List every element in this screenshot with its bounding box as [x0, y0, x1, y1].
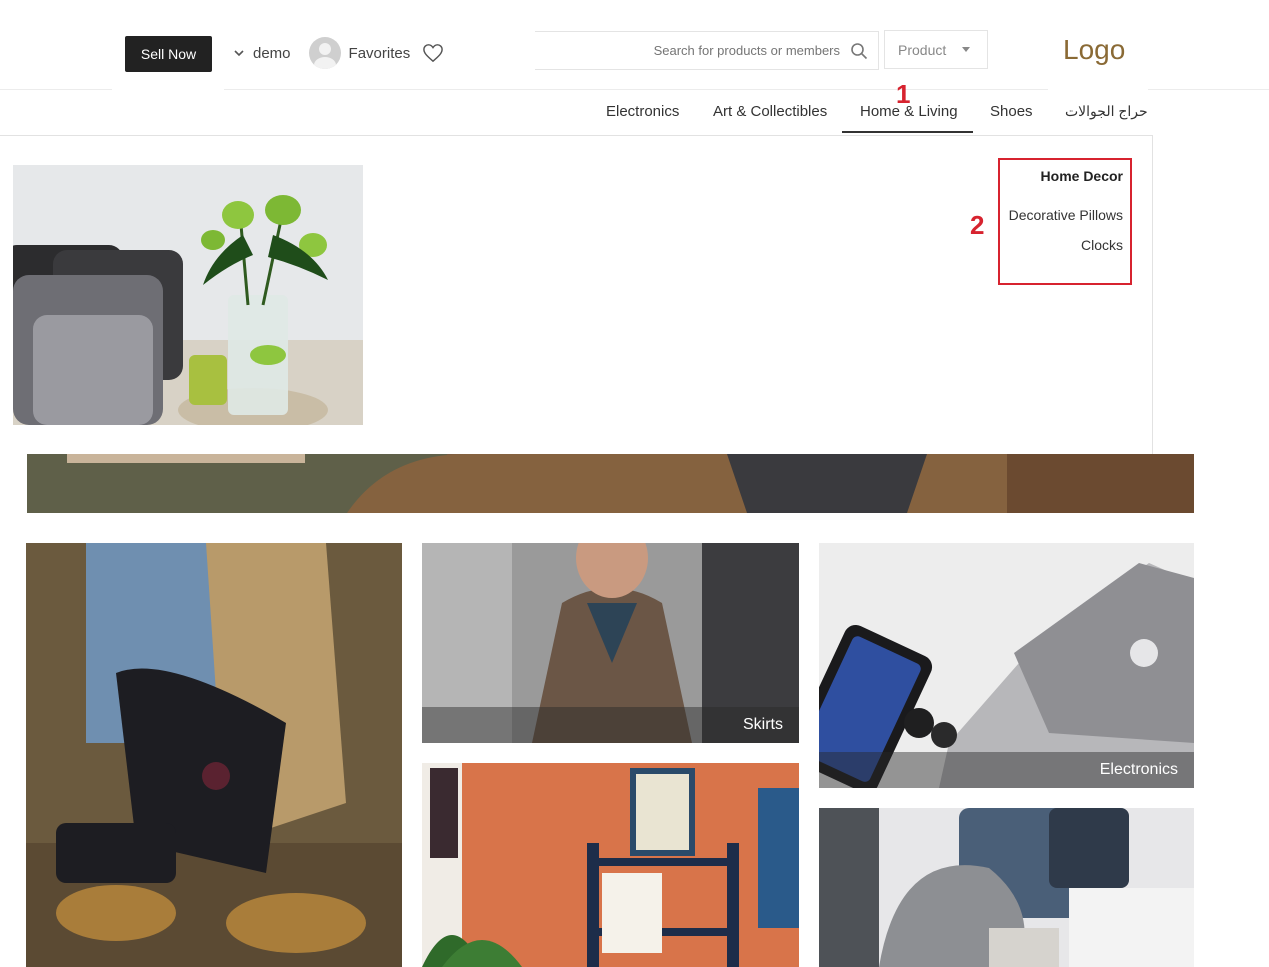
annotation-marker-2: 2 — [970, 210, 985, 240]
nav-item-mobile-auction[interactable]: حراج الجوالات — [1065, 103, 1148, 133]
search-type-value: Product — [898, 41, 947, 58]
search-bar[interactable] — [535, 31, 879, 70]
tile-electronics[interactable]: Electronics — [819, 543, 1194, 788]
divider-gap — [112, 88, 224, 91]
tile-fashion[interactable] — [26, 543, 402, 967]
nav-item-electronics[interactable]: Electronics — [606, 103, 679, 133]
site-logo[interactable]: Logo — [1063, 34, 1125, 66]
tile-electronics-label[interactable]: Electronics — [819, 752, 1194, 788]
search-type-select[interactable]: Product — [884, 30, 988, 69]
search-icon[interactable] — [850, 42, 868, 60]
avatar[interactable] — [308, 37, 341, 69]
tile-home-textiles[interactable] — [819, 808, 1194, 967]
favorites-link[interactable]: Favorites — [349, 45, 411, 62]
nav-divider — [0, 135, 1153, 136]
mega-menu-border — [1152, 135, 1153, 454]
annotation-marker-1: 1 — [896, 79, 911, 109]
promo-banner[interactable] — [27, 454, 1194, 513]
user-name[interactable]: demo — [253, 45, 291, 62]
menu-link-decorative-pillows[interactable]: Decorative Pillows — [1009, 207, 1123, 223]
nav-item-art-collectibles[interactable]: Art & Collectibles — [713, 103, 827, 133]
nav-item-shoes[interactable]: Shoes — [990, 103, 1033, 133]
tile-skirts-label[interactable]: Skirts — [422, 707, 799, 743]
user-menu[interactable]: demo Favorites — [233, 36, 444, 70]
divider-gap — [1048, 88, 1148, 91]
tile-home-living[interactable] — [422, 763, 799, 967]
sell-now-button[interactable]: Sell Now — [125, 36, 212, 72]
menu-link-clocks[interactable]: Clocks — [1081, 237, 1123, 253]
menu-heading-home-decor[interactable]: Home Decor — [1041, 168, 1123, 184]
chevron-down-icon — [234, 50, 244, 57]
heart-icon[interactable] — [422, 43, 444, 63]
caret-down-icon — [962, 47, 971, 52]
tile-skirts[interactable]: Skirts — [422, 543, 799, 743]
active-nav-indicator — [842, 131, 973, 133]
search-input[interactable] — [550, 43, 840, 58]
mega-menu-image[interactable] — [13, 165, 363, 425]
